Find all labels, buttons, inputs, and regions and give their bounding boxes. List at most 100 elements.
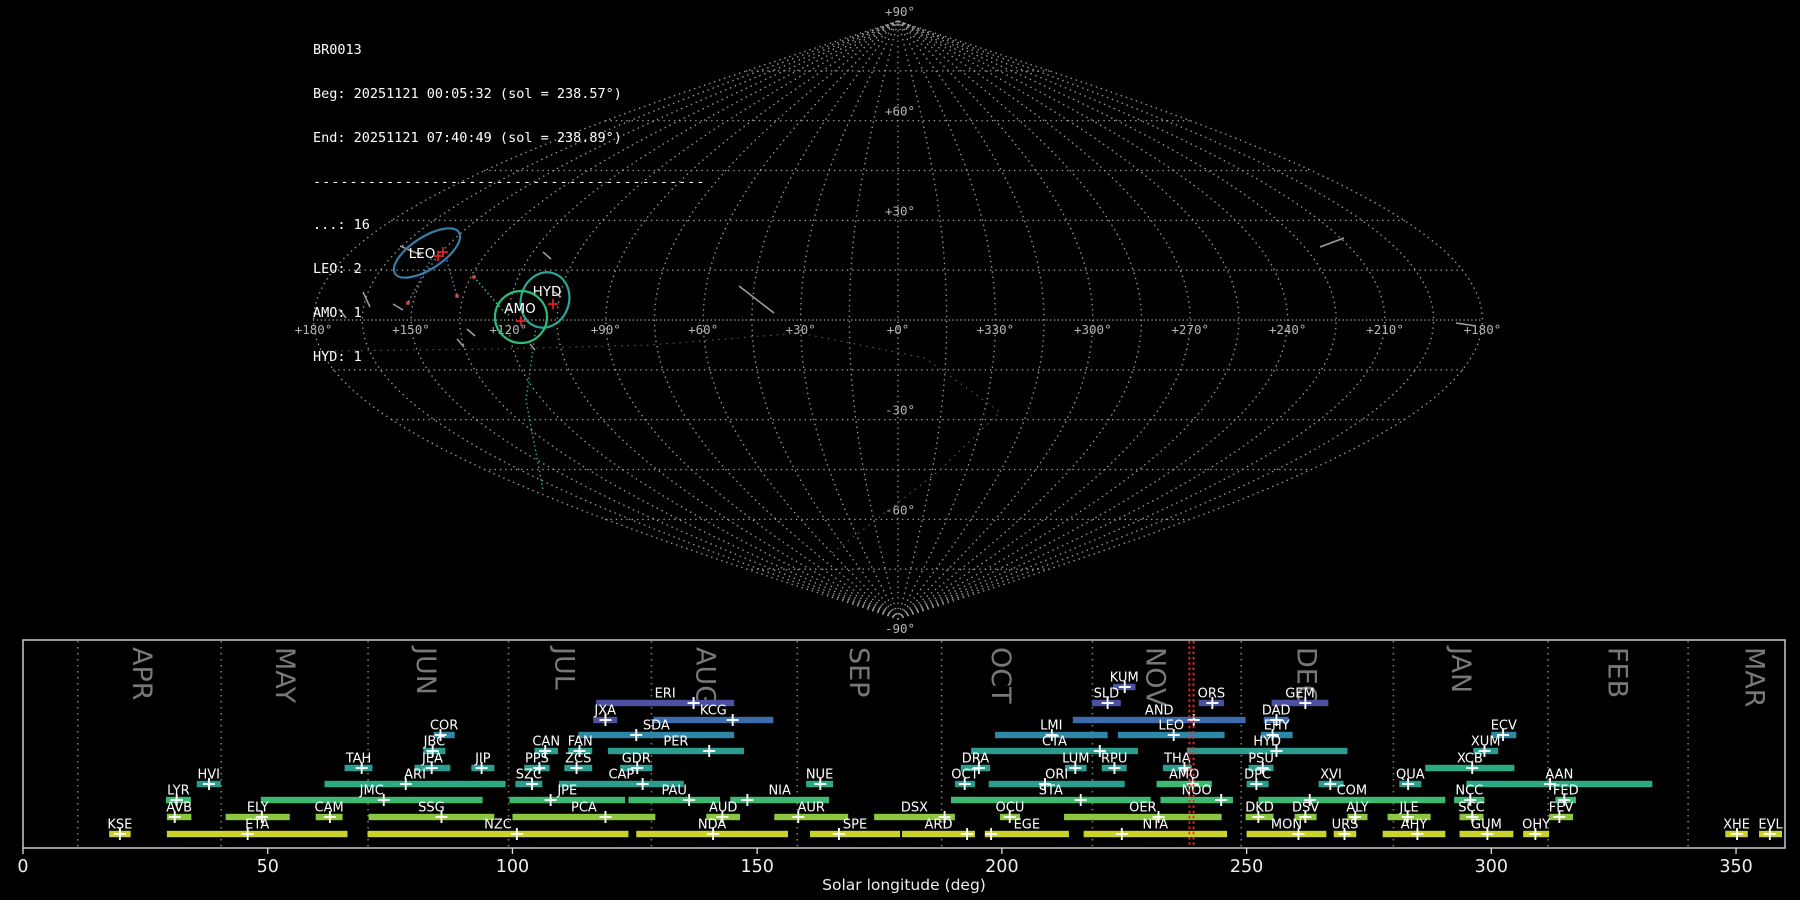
shower-nzc: NZC [367,818,629,840]
x-tick-label: 0 [17,857,28,877]
count-leo: LEO: 2 [313,261,362,278]
shower-label: GDR [622,752,651,767]
shower-fev: FEV [1549,801,1574,823]
shower-label: NUE [806,768,833,783]
shower-avb: AVB [166,801,192,823]
station-id: BR0013 [313,42,362,59]
month-label: OCT [985,647,1016,704]
shower-label: NTA [1143,818,1169,833]
shower-label: DKD [1245,801,1274,816]
shower-kcg: KCG [653,704,774,726]
shower-label: OHY [1522,818,1550,833]
x-tick-label: 250 [1230,857,1263,877]
shower-ssg: SSG [368,801,495,823]
month-label: MAY [269,647,300,704]
meteor-streak [1319,237,1345,248]
shower-zcs: ZCS [564,752,593,774]
shower-qua: QUA [1396,768,1425,790]
shower-urs: URS [1332,818,1359,840]
shower-label: HVI [197,768,220,783]
shower-label: LMI [1040,719,1062,734]
shower-label: DSX [901,801,928,816]
shower-label: KCG [700,704,727,719]
lon-label: +270° [1171,322,1209,337]
shower-label: AAN [1545,768,1573,783]
shower-evl: EVL [1758,818,1783,840]
shower-label: SLD [1094,687,1120,702]
shower-label: XVI [1320,768,1342,783]
month-label: APR [126,647,157,701]
shower-label: ORI [1045,768,1068,783]
month-label: JUN [410,645,441,695]
shower-hvi: HVI [196,768,221,790]
shower-label: KUM [1110,671,1139,686]
shower-label: JPE [556,784,577,799]
shower-ahy: AHY [1382,818,1446,840]
shower-label: URS [1332,818,1359,833]
shower-xcb: XCB [1425,752,1515,774]
shower-label: PPS [525,752,549,767]
shower-rpu: RPU [1101,752,1127,774]
shower-label: ECV [1491,719,1517,734]
shower-spe: SPE [810,818,901,840]
shower-label: AUR [798,801,825,816]
month-label: JAN [1445,645,1476,693]
shower-label: ETA [245,818,269,833]
shower-ege: EGE [984,818,1069,840]
month-label: FEB [1602,647,1633,698]
shower-label: JIP [474,752,491,767]
lon-label: +240° [1269,322,1307,337]
shower-sld: SLD [1091,687,1121,709]
month-label: MAR [1739,647,1770,708]
grid-meridian [897,20,1045,620]
shower-label: NZC [484,818,512,833]
shower-label: LEO [1158,719,1184,734]
count-sporadic: ...: 16 [313,217,370,234]
shower-label: AMO [1169,768,1199,783]
shower-tah: TAH [344,752,373,774]
shower-label: ARD [925,818,953,833]
shower-label: RPU [1101,752,1127,767]
shower-label: ARI [404,768,426,783]
shower-oct: OCT [951,768,979,790]
shower-label: CAN [532,735,560,750]
lon-label: +0° [887,322,910,337]
lat-label: +30° [885,203,915,218]
shower-label: MON [1271,818,1302,833]
shower-jip: JIP [471,752,495,774]
shower-label: PAU [661,784,686,799]
shower-gum: GUM [1459,818,1514,840]
shower-kse: KSE [107,818,132,840]
lat-label: -90° [885,621,915,636]
shower-label: PSU [1248,752,1274,767]
shower-label: AVB [166,801,192,816]
map-outline [897,20,1484,620]
plots-canvas: +90°+60°+30°-30°-60°-90°+180° +150° +120° +… [17,4,1786,894]
x-tick-label: 350 [1719,857,1752,877]
shower-label: AND [1145,704,1174,719]
lat-label: -60° [885,502,915,517]
shower-label: GUM [1471,818,1502,833]
shower-xhe: XHE [1723,818,1750,840]
month-label: NOV [1140,647,1171,707]
shower-label: JLE [1398,801,1418,816]
shower-label: JEA [421,752,443,767]
shower-label: OCU [996,801,1025,816]
shower-label: ELY [247,801,269,816]
shower-label: HYD [1253,735,1281,750]
shower-ors: ORS [1198,687,1226,709]
shower-label: NOO [1182,784,1212,799]
shower-label: ORS [1198,687,1226,702]
shower-label: NIA [768,784,791,799]
lon-label: +300° [1074,322,1112,337]
shower-label: FEV [1549,801,1574,816]
grid-meridian [897,20,1435,620]
shower-label: TAH [345,752,372,767]
x-tick-label: 150 [740,857,773,877]
shower-label: KSE [107,818,132,833]
shower-label: EVL [1758,818,1783,833]
shower-label: THA [1163,752,1191,767]
x-tick-label: 50 [257,857,279,877]
session-end: End: 20251121 07:40:49 (sol = 238.89°) [313,129,622,146]
shower-label: JMC [359,784,384,799]
